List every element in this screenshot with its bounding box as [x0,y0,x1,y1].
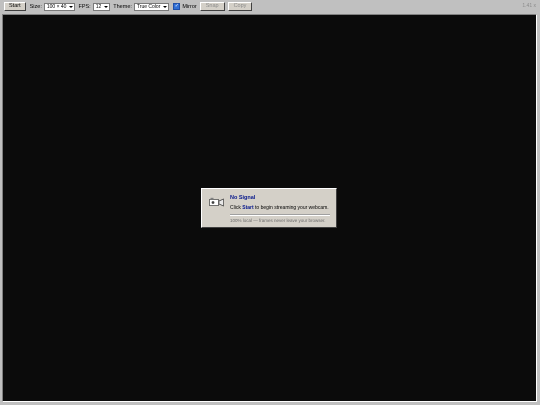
dialog-title: No Signal [230,195,256,201]
chevron-down-icon [69,5,74,8]
theme-select-value: True Color [136,3,161,10]
chevron-down-icon [104,5,109,8]
camera-icon [209,197,224,207]
size-label: Size: [29,3,42,10]
fps-select-value: 12 [95,3,102,10]
dialog-message-before: Click [230,205,243,211]
theme-label: Theme: [113,3,132,10]
size-select-value: 100 × 40 [46,3,67,10]
mirror-label: Mirror [182,3,197,10]
snap-button[interactable]: Snap [199,2,225,11]
theme-select[interactable]: True Color [133,2,170,11]
dialog-divider [230,214,330,216]
dialog-message-after: to begin streaming your webcam. [253,205,329,211]
no-signal-dialog: No Signal Click Start to begin streaming… [201,188,337,228]
mirror-checkbox[interactable]: ✓ [173,3,181,10]
start-button[interactable]: Start [4,2,26,11]
version-label: 1.41 x [522,3,536,9]
app-window: Start Size: 100 × 40 FPS: 12 Theme: True… [0,0,540,405]
copy-button[interactable]: Copy [227,2,253,11]
checkmark-icon: ✓ [174,3,179,9]
toolbar: Start Size: 100 × 40 FPS: 12 Theme: True… [0,0,540,13]
dialog-note: 100% local — frames never leave your bro… [230,218,326,223]
size-select[interactable]: 100 × 40 [43,2,76,11]
fps-select[interactable]: 12 [92,2,111,11]
dialog-message-start: Start [242,205,254,211]
chevron-down-icon [163,5,168,8]
fps-label: FPS: [78,3,91,10]
dialog-message: Click Start to begin streaming your webc… [230,205,329,211]
